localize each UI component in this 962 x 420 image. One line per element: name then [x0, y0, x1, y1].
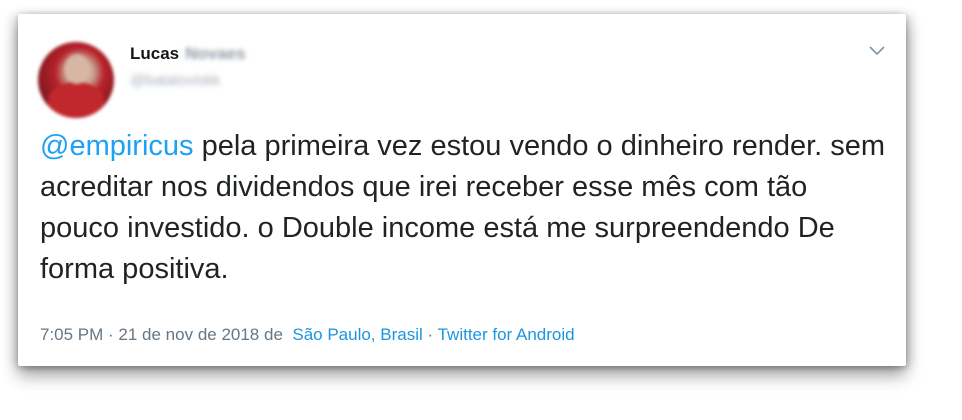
chevron-down-icon	[869, 46, 885, 55]
user-first-name: Lucas	[130, 44, 180, 63]
tweet-meta: 7:05 PM · 21 de nov de 2018 de São Paulo…	[40, 325, 575, 345]
user-name-row[interactable]: Lucas Novaes	[130, 44, 246, 64]
tweet-card: Lucas Novaes @batatoviskk @empiricus pel…	[18, 14, 906, 366]
location-link[interactable]: São Paulo, Brasil	[292, 325, 422, 344]
user-handle-blurred[interactable]: @batatoviskk	[130, 72, 246, 89]
user-block: Lucas Novaes @batatoviskk	[130, 44, 246, 89]
user-last-name-blurred: Novaes	[185, 44, 246, 63]
mention-link[interactable]: @empiricus	[40, 130, 194, 162]
source-link[interactable]: Twitter for Android	[438, 325, 575, 344]
meta-separator: ·	[427, 325, 434, 344]
tweet-text: @empiricus pela primeira vez estou vendo…	[40, 126, 890, 290]
screenshot-stage: Lucas Novaes @batatoviskk @empiricus pel…	[0, 0, 962, 420]
avatar[interactable]	[38, 42, 114, 118]
tweet-timestamp[interactable]: 7:05 PM · 21 de nov de 2018 de	[40, 325, 283, 344]
tweet-menu-button[interactable]	[866, 40, 888, 62]
